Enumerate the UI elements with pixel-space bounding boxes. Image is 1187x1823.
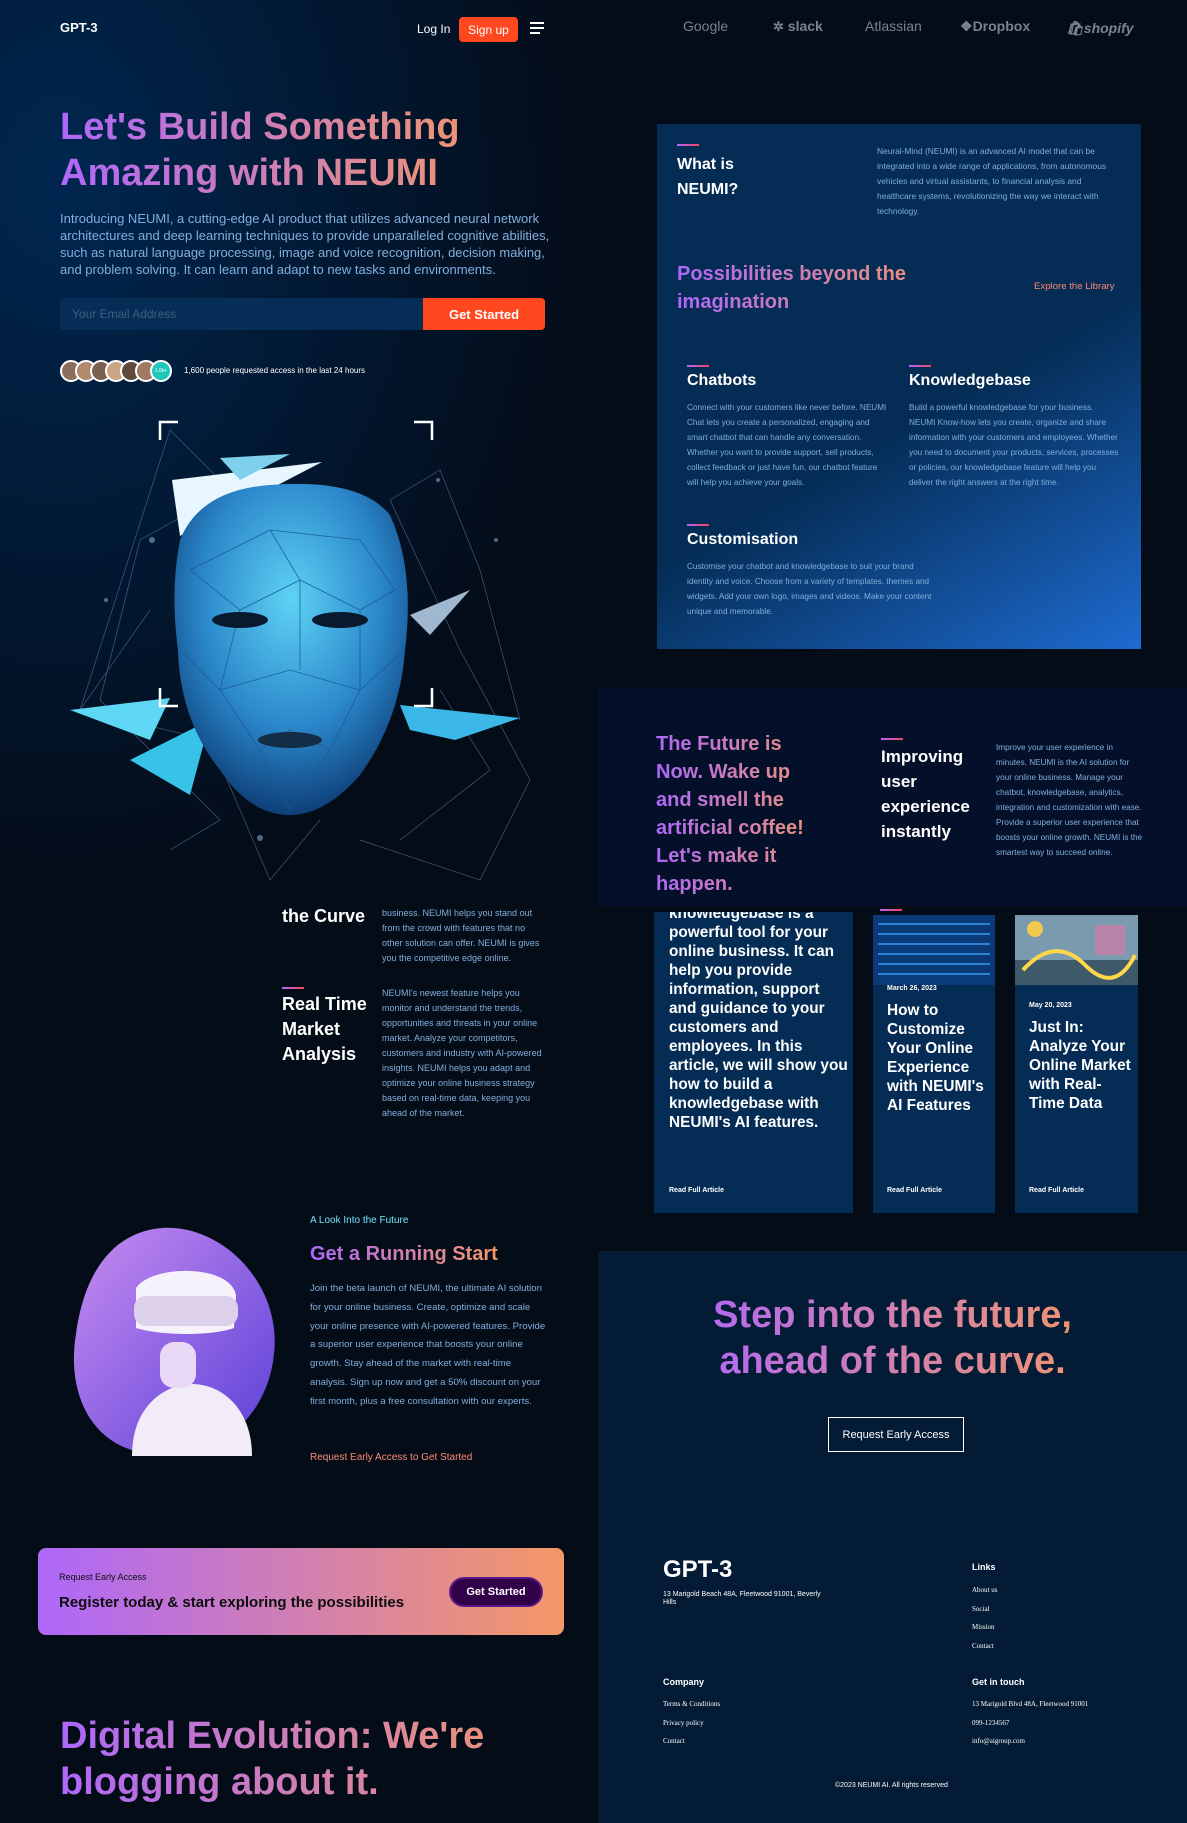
article-date: May 20, 2023 [1029,1002,1072,1009]
avatar-group: 1.6k+ [60,360,172,384]
possibilities-title: Possibilities beyond the imagination [677,260,947,316]
footer-link[interactable]: Mission [972,1623,995,1631]
menu-icon[interactable] [530,22,544,34]
footer-logo[interactable]: GPT-3 [663,1556,732,1584]
footer-links-title: Links [972,1562,996,1572]
footer-address: 13 Marigold Beach 48A, Fleetwood 91001, … [663,1591,821,1606]
feature-text: business. NEUMI helps you stand out from… [382,908,540,963]
feature-title: Customisation [687,531,799,548]
footer-contact: 099-1234567 [972,1719,1010,1727]
article-date: March 26, 2023 [887,985,937,992]
cta-get-started-button[interactable]: Get Started [449,1577,543,1607]
blog-title: Digital Evolution: We're blogging about … [60,1713,560,1805]
accent-bar [881,738,903,740]
footer-link[interactable]: About us [972,1586,997,1594]
get-started-button[interactable]: Get Started [423,298,545,330]
footer-contact: 13 Marigold Blvd 48A, Fleetwood 91001 [972,1700,1089,1708]
ai-face-illustration [70,420,531,881]
article-card[interactable]: May 20, 2023 Just In: Analyze Your Onlin… [1015,915,1138,1213]
article-image [873,915,995,985]
hero-title: Let's Build Something Amazing with NEUMI [60,104,500,196]
logo[interactable]: GPT-3 [60,20,98,35]
read-article-link[interactable]: Read Full Article [669,1187,724,1194]
copyright: ©2023 NEUMI AI. All rights reserved [835,1782,948,1789]
footer-link[interactable]: Contact [972,1642,994,1650]
future-feature-text: Improve your user experience in minutes.… [996,743,1143,857]
request-early-access-link[interactable]: Request Early Access to Get Started [310,1452,472,1463]
cta-eyebrow: Request Early Access [59,1572,147,1582]
step-title: Step into the future, ahead of the curve… [680,1292,1105,1384]
feature-title: Chatbots [687,372,757,389]
request-early-access-button[interactable]: Request Early Access [828,1417,964,1452]
dropbox-icon: ❖ [960,18,973,34]
future-headline: The Future is Now. Wake up and smell the… [656,730,831,898]
brand-google: Google [683,18,729,34]
vr-headset-person-image [73,1227,275,1456]
email-input[interactable]: Your Email Address [60,298,423,330]
feature-title: Real Time Market Analysis [282,994,367,1064]
read-article-link[interactable]: Read Full Article [1029,1187,1084,1194]
brand-shopify: 🛍shopify [1066,20,1134,36]
footer-link[interactable]: Terms & Conditions [663,1700,720,1708]
feature-text: Customise your chatbot and knowledgebase… [687,562,932,616]
hero-intro: Introducing NEUMI, a cutting-edge AI pro… [60,211,550,277]
footer-company-title: Company [663,1677,705,1687]
hero-section: GPT-3 Log In Sign up Let's Build Somethi… [0,0,598,906]
article-title: Just In: Analyze Your Online Market with… [1029,1019,1131,1112]
footer-link[interactable]: Contact [663,1737,685,1745]
footer-link[interactable]: Social [972,1605,990,1613]
what-is-title: What is NEUMI? [677,156,739,198]
brands-bar: Google ✲ slack Atlassian ❖Dropbox 🛍shopi… [598,0,1187,60]
brand-atlassian: Atlassian [865,18,922,34]
running-start-text: Join the beta launch of NEUMI, the ultim… [310,1283,546,1407]
accent-bar [909,365,931,367]
avatar-count: 1.6k+ [150,360,172,382]
future-section: The Future is Now. Wake up and smell the… [598,688,1187,912]
article-title: knowledgebase is a powerful tool for you… [669,912,848,1131]
feature-text: NEUMI's newest feature helps you monitor… [382,988,542,1118]
what-is-description: Neural-Mind (NEUMI) is an advanced AI mo… [877,146,1107,216]
slack-icon: ✲ [773,19,784,34]
login-link[interactable]: Log In [417,22,450,36]
accent-bar [677,144,699,146]
future-feature-title: Improving user experience instantly [881,747,970,841]
accent-bar [282,987,304,989]
footer-touch-title: Get in touch [972,1677,1025,1687]
feature-title: Knowledgebase [909,372,1031,389]
footer-contact[interactable]: info@aigroup.com [972,1737,1025,1745]
article-image [1015,915,1138,985]
article-title: How to Customize Your Online Experience … [887,1002,984,1114]
explore-library-link[interactable]: Explore the Library [1034,281,1115,292]
brand-dropbox: ❖Dropbox [960,18,1031,34]
brand-slack: ✲ slack [773,18,823,34]
access-note: 1,600 people requested access in the las… [184,366,366,375]
cta-card: Request Early Access Register today & st… [38,1548,564,1635]
accent-bar [687,365,709,367]
feature-text: Connect with your customers like never b… [687,403,887,487]
cta-headline: Register today & start exploring the pos… [59,1594,405,1611]
running-start-title: Get a Running Start [310,1243,498,1265]
accent-bar [880,909,902,911]
read-article-link[interactable]: Read Full Article [887,1187,942,1194]
signup-button[interactable]: Sign up [459,17,518,42]
eyebrow-text: A Look Into the Future [310,1215,409,1226]
accent-bar [687,524,709,526]
shopify-icon: 🛍 [1066,20,1084,36]
footer-link[interactable]: Privacy policy [663,1719,704,1727]
article-card[interactable]: March 26, 2023 How to Customize Your Onl… [873,915,995,1213]
feature-title: the Curve [282,906,366,926]
feature-text: Build a powerful knowledgebase for your … [909,403,1119,487]
article-card[interactable]: knowledgebase is a powerful tool for you… [654,912,853,1213]
what-is-section: What is NEUMI? Neural-Mind (NEUMI) is an… [657,124,1141,649]
